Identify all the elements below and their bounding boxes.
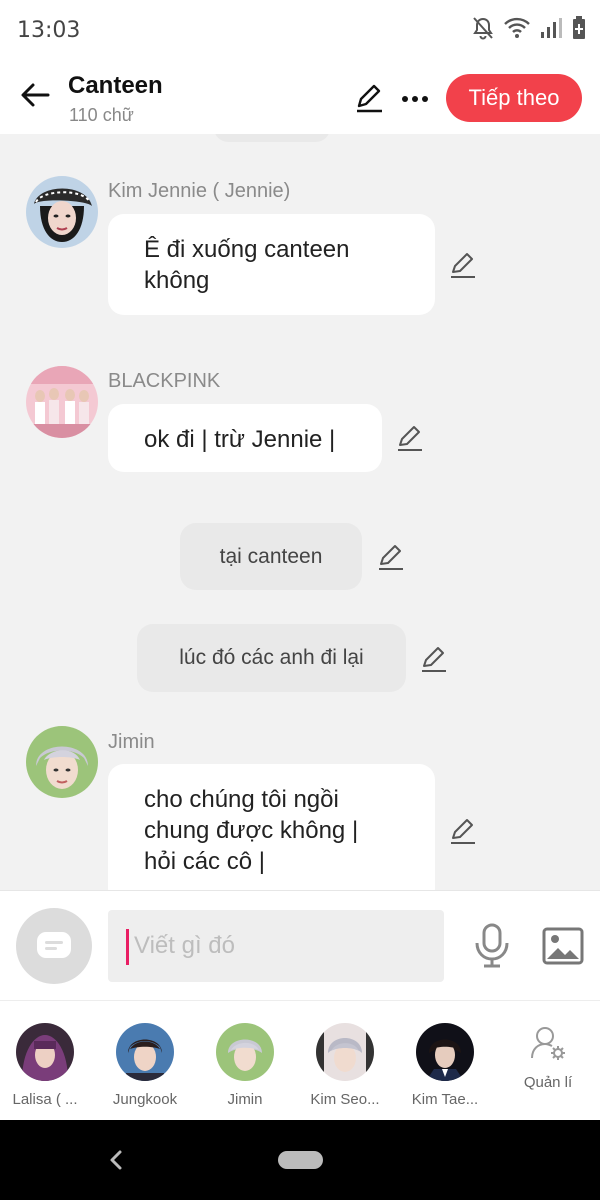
sender-name: BLACKPINK xyxy=(108,370,221,392)
text-cursor xyxy=(126,929,129,965)
manage-label: Quản lí xyxy=(523,1074,573,1091)
character-bar: Lalisa ( ... Jungkook Jimin Kim Seo... K… xyxy=(0,1000,600,1120)
avatar-blackpink[interactable] xyxy=(26,366,98,438)
status-time: 13:03 xyxy=(17,18,81,43)
battery-icon xyxy=(573,16,585,39)
sender-name: Jimin xyxy=(108,731,155,753)
arrow-left-icon xyxy=(21,83,50,107)
character-jungkook[interactable]: Jungkook xyxy=(100,1023,190,1108)
microphone-icon[interactable] xyxy=(472,923,512,969)
wifi-icon xyxy=(504,17,530,38)
word-count: 110 chữ xyxy=(69,105,134,125)
message-bubble[interactable]: cho chúng tôi ngồi chung được không | hỏ… xyxy=(108,764,435,890)
next-button[interactable]: Tiếp theo xyxy=(446,74,582,122)
pencil-icon xyxy=(357,84,382,113)
status-bar: 13:03 xyxy=(0,0,600,62)
message-bubble[interactable]: Ê đi xuống canteen không xyxy=(108,214,435,315)
character-name: Jimin xyxy=(227,1091,263,1108)
avatar xyxy=(416,1023,474,1081)
edit-title-button[interactable] xyxy=(353,82,387,116)
message-line: ok đi | trừ Jennie | xyxy=(144,426,336,453)
avatar-jimin[interactable] xyxy=(26,726,98,798)
partial-message[interactable] xyxy=(214,134,330,142)
nav-back-icon[interactable] xyxy=(104,1146,128,1174)
manage-characters-button[interactable]: Quản lí xyxy=(506,1025,590,1091)
message-line: hỏi các cô | xyxy=(144,848,265,875)
edit-message-icon[interactable] xyxy=(395,423,425,453)
character-name: Lalisa ( ... xyxy=(12,1091,78,1108)
avatar xyxy=(16,1023,74,1081)
narration-line: lúc đó các anh đi lại xyxy=(179,646,364,669)
story-header: Canteen 110 chữ Tiếp theo xyxy=(0,62,600,134)
avatar xyxy=(116,1023,174,1081)
message-line: cho chúng tôi ngồi xyxy=(144,786,339,813)
status-icons xyxy=(472,16,586,40)
character-name: Kim Tae... xyxy=(411,1091,479,1108)
character-kim-tae[interactable]: Kim Tae... xyxy=(400,1023,490,1108)
edit-message-icon[interactable] xyxy=(419,644,449,674)
back-button[interactable] xyxy=(16,76,54,114)
more-horizontal-icon xyxy=(402,96,428,102)
avatar-jennie[interactable] xyxy=(26,176,98,248)
edit-message-icon[interactable] xyxy=(376,542,406,572)
narration-mode-button[interactable] xyxy=(16,908,92,984)
message-line: không xyxy=(144,267,210,294)
signal-icon xyxy=(541,18,562,38)
message-line: chung được không | xyxy=(144,817,359,844)
avatar xyxy=(316,1023,374,1081)
compose-bar xyxy=(0,890,600,1000)
bell-off-icon xyxy=(473,17,493,40)
story-title[interactable]: Canteen xyxy=(68,72,163,100)
chat-area[interactable]: Kim Jennie ( Jennie) Ê đi xuống canteen … xyxy=(0,134,600,890)
avatar xyxy=(216,1023,274,1081)
character-jimin[interactable]: Jimin xyxy=(200,1023,290,1108)
edit-message-icon[interactable] xyxy=(448,816,478,846)
sender-name: Kim Jennie ( Jennie) xyxy=(108,180,291,202)
character-name: Jungkook xyxy=(112,1091,178,1108)
image-icon[interactable] xyxy=(542,927,584,965)
character-lalisa[interactable]: Lalisa ( ... xyxy=(0,1023,90,1108)
nav-home-button[interactable] xyxy=(278,1151,323,1169)
chat-bubble-icon xyxy=(37,932,71,958)
user-settings-icon xyxy=(531,1027,565,1060)
message-input[interactable] xyxy=(108,910,444,982)
system-nav-bar xyxy=(0,1120,600,1200)
narration-line: tại canteen xyxy=(219,545,323,568)
character-name: Kim Seo... xyxy=(310,1091,380,1108)
message-line: Ê đi xuống canteen xyxy=(144,236,350,263)
character-kim-seo[interactable]: Kim Seo... xyxy=(300,1023,390,1108)
narration-bubble[interactable]: lúc đó các anh đi lại xyxy=(137,624,406,692)
edit-message-icon[interactable] xyxy=(448,250,478,280)
narration-bubble[interactable]: tại canteen xyxy=(180,523,362,590)
message-bubble[interactable]: ok đi | trừ Jennie | xyxy=(108,404,382,472)
more-options-button[interactable] xyxy=(398,82,432,116)
